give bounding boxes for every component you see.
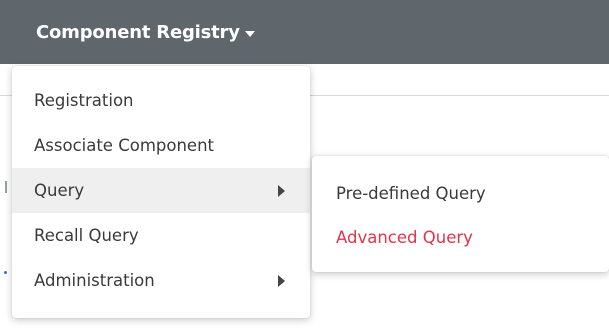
menu-item-label: Query [34, 181, 85, 200]
menu-item-registration[interactable]: Registration [12, 78, 310, 123]
submenu-item-advanced-query[interactable]: Advanced Query [312, 215, 609, 259]
submenu-item-predefined-query[interactable]: Pre-defined Query [312, 171, 609, 215]
background-link-fragment [4, 271, 7, 274]
menu-item-query[interactable]: Query [12, 168, 310, 213]
menu-item-label: Recall Query [34, 226, 139, 245]
app-window: Component Registry Registration Associat… [0, 0, 609, 330]
menu-item-label: Administration [34, 271, 155, 290]
menu-item-label: Registration [34, 91, 134, 110]
component-registry-menu-toggle[interactable]: Component Registry [36, 0, 255, 64]
menu-item-associate-component[interactable]: Associate Component [12, 123, 310, 168]
chevron-right-icon [278, 274, 285, 287]
query-submenu: Pre-defined Query Advanced Query [312, 156, 609, 272]
nav-title: Component Registry [36, 21, 240, 43]
chevron-right-icon [278, 184, 285, 197]
menu-item-administration[interactable]: Administration [12, 258, 310, 303]
submenu-item-label: Advanced Query [336, 227, 473, 247]
top-navbar: Component Registry [0, 0, 609, 64]
component-registry-dropdown: Registration Associate Component Query R… [12, 66, 310, 318]
submenu-item-label: Pre-defined Query [336, 183, 486, 203]
caret-down-icon [244, 30, 255, 37]
menu-item-recall-query[interactable]: Recall Query [12, 213, 310, 258]
background-text-fragment [5, 181, 7, 193]
menu-item-label: Associate Component [34, 136, 215, 155]
